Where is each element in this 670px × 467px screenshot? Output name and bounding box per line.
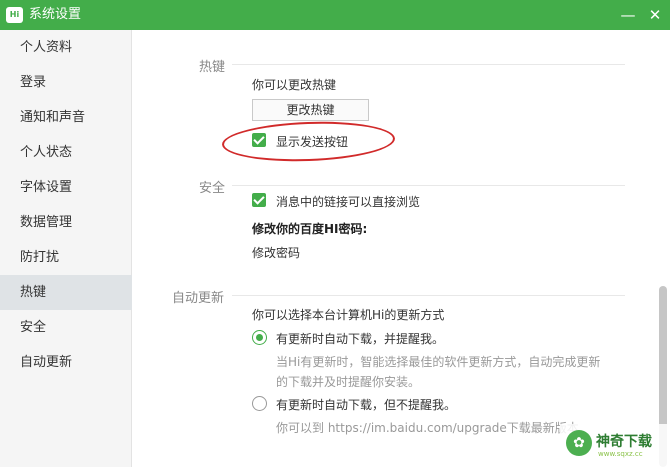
section-label-hotkey: 热键: [199, 60, 226, 75]
hotkey-description: 你可以更改热键: [252, 78, 337, 92]
watermark-sub: www.sqxz.cc: [598, 450, 643, 458]
watermark-logo-icon: ✿: [566, 430, 592, 456]
link-browse-checkbox[interactable]: [252, 193, 266, 207]
autoupdate-option-silent-label: 有更新时自动下载，但不提醒我。: [276, 398, 457, 412]
section-divider: [232, 295, 625, 296]
section-label-autoupdate: 自动更新: [172, 291, 225, 306]
sidebar-item-data[interactable]: 数据管理: [0, 205, 132, 240]
sidebar-item-login[interactable]: 登录: [0, 65, 132, 100]
minimize-button[interactable]: —: [617, 5, 639, 25]
sidebar-item-notifications[interactable]: 通知和声音: [0, 100, 132, 135]
autoupdate-option-silent-radio[interactable]: [252, 396, 267, 411]
autoupdate-option-notify-radio[interactable]: [252, 330, 267, 345]
password-heading: 修改你的百度HI密码:: [252, 222, 368, 236]
sidebar-item-autoupdate[interactable]: 自动更新: [0, 345, 132, 380]
section-divider: [232, 64, 625, 65]
show-send-button-label: 显示发送按钮: [276, 135, 349, 149]
change-hotkey-button[interactable]: 更改热键: [252, 99, 369, 121]
autoupdate-option-notify-desc: 的下载并及时提醒你安装。: [276, 375, 421, 389]
section-divider: [232, 185, 625, 186]
sidebar-item-do-not-disturb[interactable]: 防打扰: [0, 240, 132, 275]
app-logo-icon: Hi: [6, 7, 23, 23]
show-send-button-checkbox[interactable]: [252, 133, 266, 147]
sidebar: 个人资料 登录 通知和声音 个人状态 字体设置 数据管理 防打扰 热键 安全 自…: [0, 30, 132, 467]
sidebar-item-hotkey[interactable]: 热键: [0, 275, 132, 310]
title-bar: Hi 系统设置 — ✕: [0, 0, 670, 30]
sidebar-item-status[interactable]: 个人状态: [0, 135, 132, 170]
autoupdate-option-silent-desc: 你可以到 https://im.baidu.com/upgrade下载最新版本: [276, 421, 579, 435]
sidebar-item-security[interactable]: 安全: [0, 310, 132, 345]
watermark-text: 神奇下载: [596, 434, 652, 450]
change-password-link[interactable]: 修改密码: [252, 244, 300, 261]
close-button[interactable]: ✕: [644, 5, 666, 25]
autoupdate-option-notify-label: 有更新时自动下载，并提醒我。: [276, 332, 445, 346]
watermark: ✿ 神奇下载 www.sqxz.cc: [560, 424, 670, 467]
section-label-security: 安全: [199, 181, 226, 196]
autoupdate-description: 你可以选择本台计算机Hi的更新方式: [252, 308, 445, 322]
autoupdate-option-notify-desc: 当Hi有更新时，智能选择最佳的软件更新方式，自动完成更新: [276, 355, 601, 369]
sidebar-item-font[interactable]: 字体设置: [0, 170, 132, 205]
sidebar-item-profile[interactable]: 个人资料: [0, 30, 132, 65]
link-browse-label: 消息中的链接可以直接浏览: [276, 195, 421, 209]
window-title: 系统设置: [29, 7, 82, 22]
